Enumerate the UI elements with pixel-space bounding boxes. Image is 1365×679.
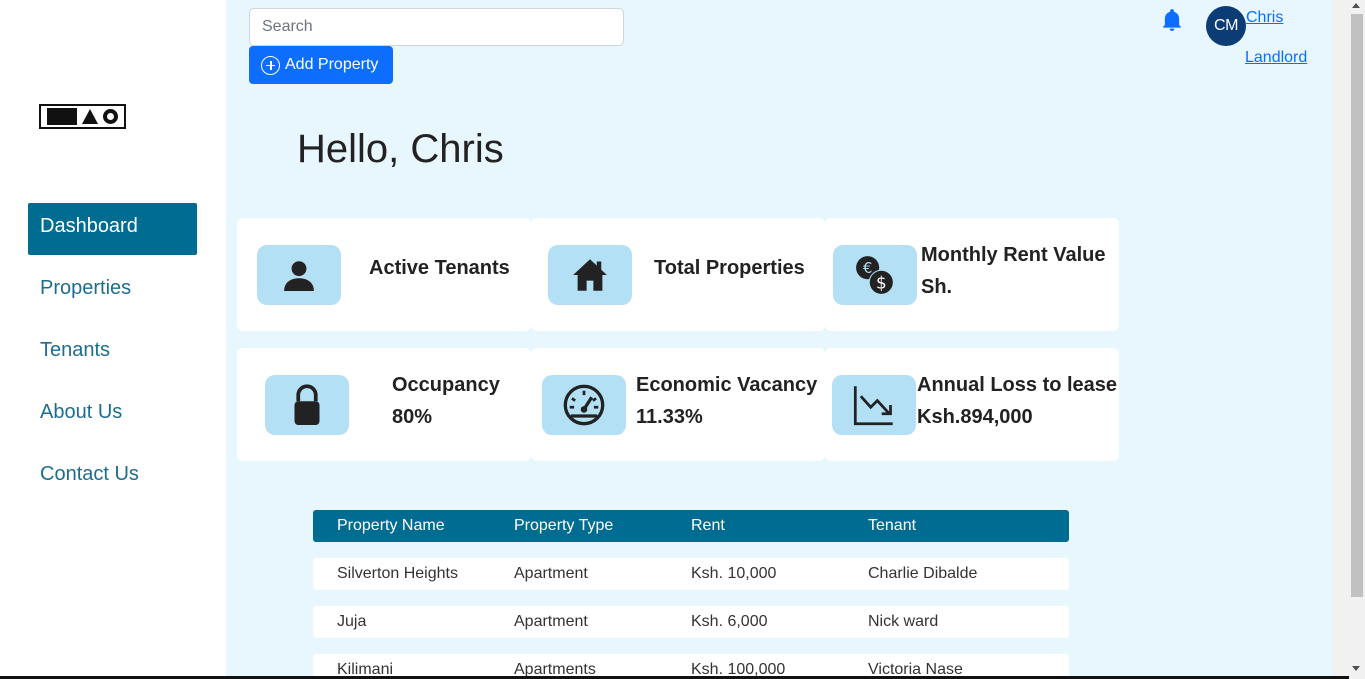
cell-tenant: Nick ward bbox=[868, 613, 939, 630]
stat-card-economic-vacancy: Economic Vacancy 11.33% bbox=[531, 348, 825, 461]
sidebar-nav: Dashboard Properties Tenants About Us Co… bbox=[28, 203, 197, 513]
add-property-label: Add Property bbox=[285, 56, 379, 73]
card-value: 11.33% bbox=[636, 406, 703, 428]
person-icon bbox=[257, 245, 341, 305]
card-value: 80% bbox=[392, 406, 433, 428]
column-header-rent[interactable]: Rent bbox=[691, 510, 725, 542]
sidebar-item-properties[interactable]: Properties bbox=[28, 265, 197, 317]
stat-card-monthly-rent: € $ Monthly Rent Value Sh. bbox=[825, 218, 1119, 331]
sidebar-item-contact-us[interactable]: Contact Us bbox=[28, 451, 197, 503]
graph-down-icon bbox=[832, 375, 916, 435]
sidebar: Dashboard Properties Tenants About Us Co… bbox=[0, 0, 226, 679]
user-name-link[interactable]: Chris bbox=[1246, 9, 1283, 27]
card-title: Economic Vacancy bbox=[636, 374, 818, 396]
card-value: Ksh.894,000 bbox=[917, 406, 1033, 428]
cell-property-name: Silverton Heights bbox=[337, 565, 458, 582]
cell-property-type: Apartment bbox=[514, 565, 588, 582]
scroll-up-arrow-icon[interactable] bbox=[1352, 3, 1360, 8]
cell-property-type: Apartment bbox=[514, 613, 588, 630]
cell-rent: Ksh. 10,000 bbox=[691, 565, 777, 582]
speedometer-icon bbox=[542, 375, 626, 435]
logo-triangle-glyph bbox=[82, 109, 98, 124]
bell-icon[interactable] bbox=[1163, 9, 1181, 31]
cell-rent: Ksh. 6,000 bbox=[691, 613, 768, 630]
plus-circle-icon bbox=[261, 55, 280, 75]
scrollbar-thumb[interactable] bbox=[1351, 14, 1363, 597]
search-input[interactable] bbox=[249, 8, 624, 46]
column-header-property-name[interactable]: Property Name bbox=[337, 510, 445, 542]
currency-exchange-icon: € $ bbox=[833, 245, 917, 305]
logo-o-glyph bbox=[103, 109, 118, 124]
cell-tenant: Charlie Dibalde bbox=[868, 565, 978, 582]
stat-card-active-tenants: Active Tenants bbox=[237, 218, 531, 331]
sidebar-item-about-us[interactable]: About Us bbox=[28, 389, 197, 441]
column-header-property-type[interactable]: Property Type bbox=[514, 510, 613, 542]
avatar[interactable]: CM bbox=[1206, 6, 1246, 46]
page-title: Hello, Chris bbox=[297, 127, 504, 171]
card-title: Occupancy bbox=[392, 374, 500, 396]
svg-text:$: $ bbox=[876, 273, 887, 293]
card-title: Monthly Rent Value bbox=[921, 244, 1106, 266]
card-value: Sh. bbox=[921, 276, 953, 298]
house-icon bbox=[548, 245, 632, 305]
stat-card-annual-loss: Annual Loss to lease Ksh.894,000 bbox=[825, 348, 1119, 461]
table-header: Property Name Property Type Rent Tenant bbox=[313, 510, 1069, 542]
scroll-down-arrow-icon[interactable] bbox=[1352, 666, 1360, 671]
lock-icon bbox=[265, 375, 349, 435]
stat-card-total-properties: Total Properties bbox=[531, 218, 825, 331]
card-title: Annual Loss to lease bbox=[917, 374, 1118, 396]
table-row[interactable]: Juja Apartment Ksh. 6,000 Nick ward bbox=[313, 606, 1069, 638]
add-property-button[interactable]: Add Property bbox=[249, 46, 393, 84]
card-title: Active Tenants bbox=[369, 257, 510, 279]
logo-h-glyph bbox=[47, 108, 77, 125]
column-header-tenant[interactable]: Tenant bbox=[868, 510, 916, 542]
sidebar-item-tenants[interactable]: Tenants bbox=[28, 327, 197, 379]
card-title: Total Properties bbox=[654, 257, 805, 279]
sidebar-item-dashboard[interactable]: Dashboard bbox=[28, 203, 197, 255]
stat-card-occupancy: Occupancy 80% bbox=[237, 348, 531, 461]
cell-property-name: Juja bbox=[337, 613, 367, 630]
table-row[interactable]: Silverton Heights Apartment Ksh. 10,000 … bbox=[313, 558, 1069, 590]
hao-logo[interactable] bbox=[39, 104, 126, 129]
user-role-link[interactable]: Landlord bbox=[1245, 49, 1307, 67]
svg-text:€: € bbox=[863, 260, 872, 277]
